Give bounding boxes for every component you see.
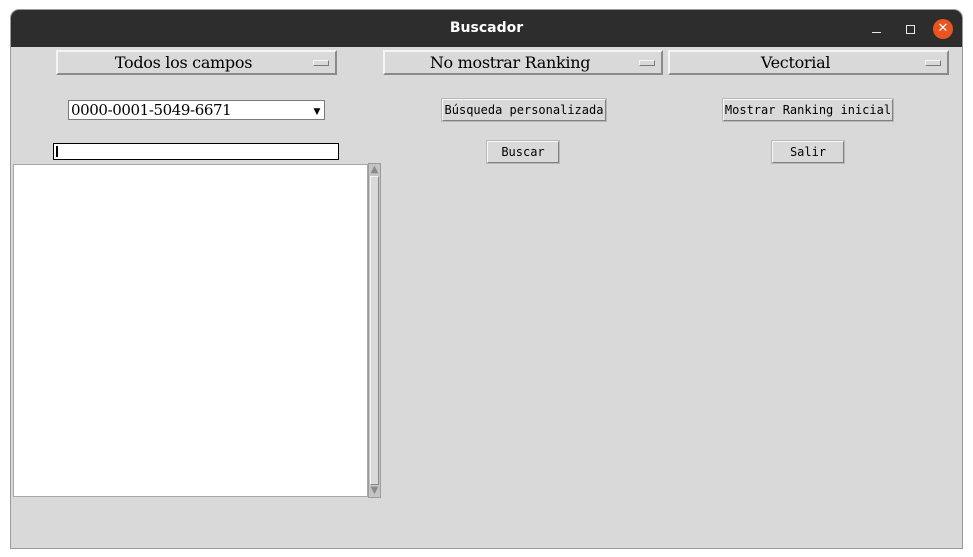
option-indicator-icon: [925, 60, 941, 66]
fields-option-label: Todos los campos: [114, 53, 253, 72]
ranking-option-menu[interactable]: No mostrar Ranking: [383, 50, 663, 75]
maximize-icon: [905, 24, 915, 34]
close-icon: ✕: [937, 21, 949, 36]
title-bar[interactable]: Buscador ✕: [11, 10, 962, 47]
query-combobox[interactable]: 0000-0001-5049-6671 ▼: [68, 100, 325, 120]
show-ranking-button[interactable]: Mostrar Ranking inicial: [723, 99, 893, 121]
scroll-down-icon[interactable]: ▼: [369, 485, 380, 497]
ranking-option-label: No mostrar Ranking: [429, 53, 591, 72]
model-option-label: Vectorial: [760, 53, 831, 72]
search-input[interactable]: [53, 143, 339, 160]
query-combobox-value: 0000-0001-5049-6671: [71, 101, 232, 119]
scrollbar-thumb[interactable]: [370, 176, 379, 485]
fields-option-menu[interactable]: Todos los campos: [56, 50, 337, 75]
chevron-down-icon[interactable]: ▼: [311, 102, 323, 118]
results-scrollbar[interactable]: ▲ ▼: [368, 163, 381, 498]
close-button[interactable]: ✕: [933, 19, 953, 39]
app-window: Buscador ✕ Todos los campos No mostrar R…: [11, 10, 962, 548]
option-indicator-icon: [639, 60, 655, 66]
option-indicator-icon: [313, 60, 329, 66]
model-option-menu[interactable]: Vectorial: [668, 50, 949, 75]
custom-search-button[interactable]: Búsqueda personalizada: [442, 99, 606, 121]
search-button[interactable]: Buscar: [487, 141, 559, 163]
minimize-button[interactable]: [866, 19, 886, 39]
text-caret: [56, 146, 58, 157]
exit-button[interactable]: Salir: [772, 141, 844, 163]
results-listbox[interactable]: [13, 164, 368, 497]
window-title: Buscador: [449, 20, 524, 36]
minimize-icon: [871, 31, 881, 33]
scroll-up-icon[interactable]: ▲: [369, 164, 380, 176]
maximize-button[interactable]: [900, 19, 920, 39]
